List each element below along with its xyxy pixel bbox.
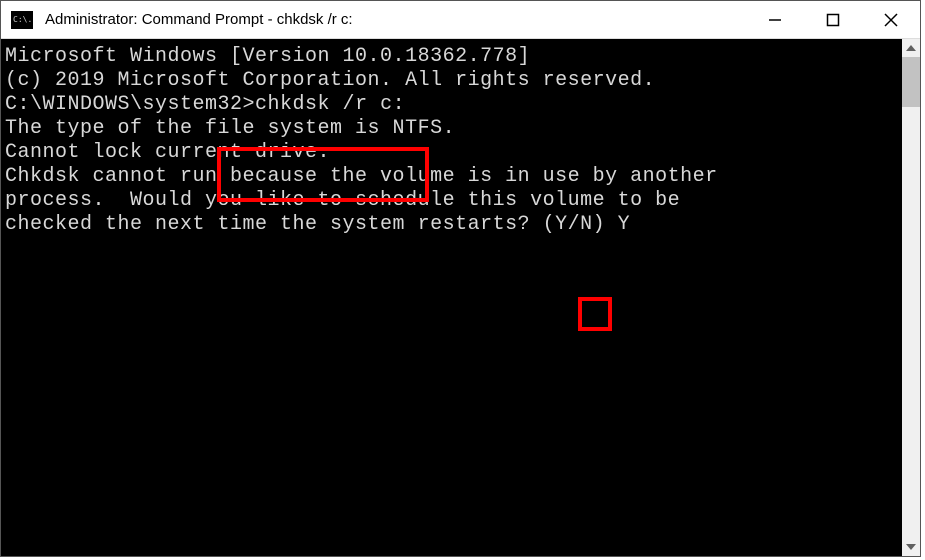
terminal-line: Microsoft Windows [Version 10.0.18362.77… <box>5 45 916 69</box>
titlebar[interactable]: C:\. Administrator: Command Prompt - chk… <box>1 1 920 39</box>
maximize-icon <box>826 13 840 27</box>
terminal-prompt: C:\WINDOWS\system32> <box>5 93 255 116</box>
annotation-highlight-answer <box>578 297 612 331</box>
terminal-prompt-text: checked the next time the system restart… <box>5 213 618 236</box>
scrollbar-up-button[interactable] <box>902 39 920 57</box>
terminal-line: Chkdsk cannot run because the volume is … <box>5 165 916 189</box>
terminal-area[interactable]: Microsoft Windows [Version 10.0.18362.77… <box>1 39 920 556</box>
terminal-command: chkdsk /r c: <box>255 93 405 116</box>
terminal-content: Microsoft Windows [Version 10.0.18362.77… <box>5 45 916 237</box>
terminal-line: process. Would you like to schedule this… <box>5 189 916 213</box>
close-button[interactable] <box>862 1 920 38</box>
terminal-user-input: Y <box>618 213 631 236</box>
chevron-up-icon <box>906 45 916 51</box>
chevron-down-icon <box>906 544 916 550</box>
terminal-line: The type of the file system is NTFS. <box>5 117 916 141</box>
cmd-icon: C:\. <box>11 11 33 29</box>
minimize-button[interactable] <box>746 1 804 38</box>
terminal-line: (c) 2019 Microsoft Corporation. All righ… <box>5 69 916 93</box>
minimize-icon <box>768 13 782 27</box>
window-controls <box>746 1 920 38</box>
terminal-line: checked the next time the system restart… <box>5 213 916 237</box>
close-icon <box>884 13 898 27</box>
vertical-scrollbar[interactable] <box>902 39 920 556</box>
scrollbar-track[interactable] <box>902 57 920 538</box>
scrollbar-down-button[interactable] <box>902 538 920 556</box>
maximize-button[interactable] <box>804 1 862 38</box>
window-title: Administrator: Command Prompt - chkdsk /… <box>41 11 746 28</box>
scrollbar-thumb[interactable] <box>902 57 920 107</box>
terminal-line: Cannot lock current drive. <box>5 141 916 165</box>
command-prompt-window: C:\. Administrator: Command Prompt - chk… <box>0 0 921 557</box>
terminal-prompt-line: C:\WINDOWS\system32>chkdsk /r c: <box>5 93 916 117</box>
cmd-icon-text: C:\. <box>13 16 32 24</box>
